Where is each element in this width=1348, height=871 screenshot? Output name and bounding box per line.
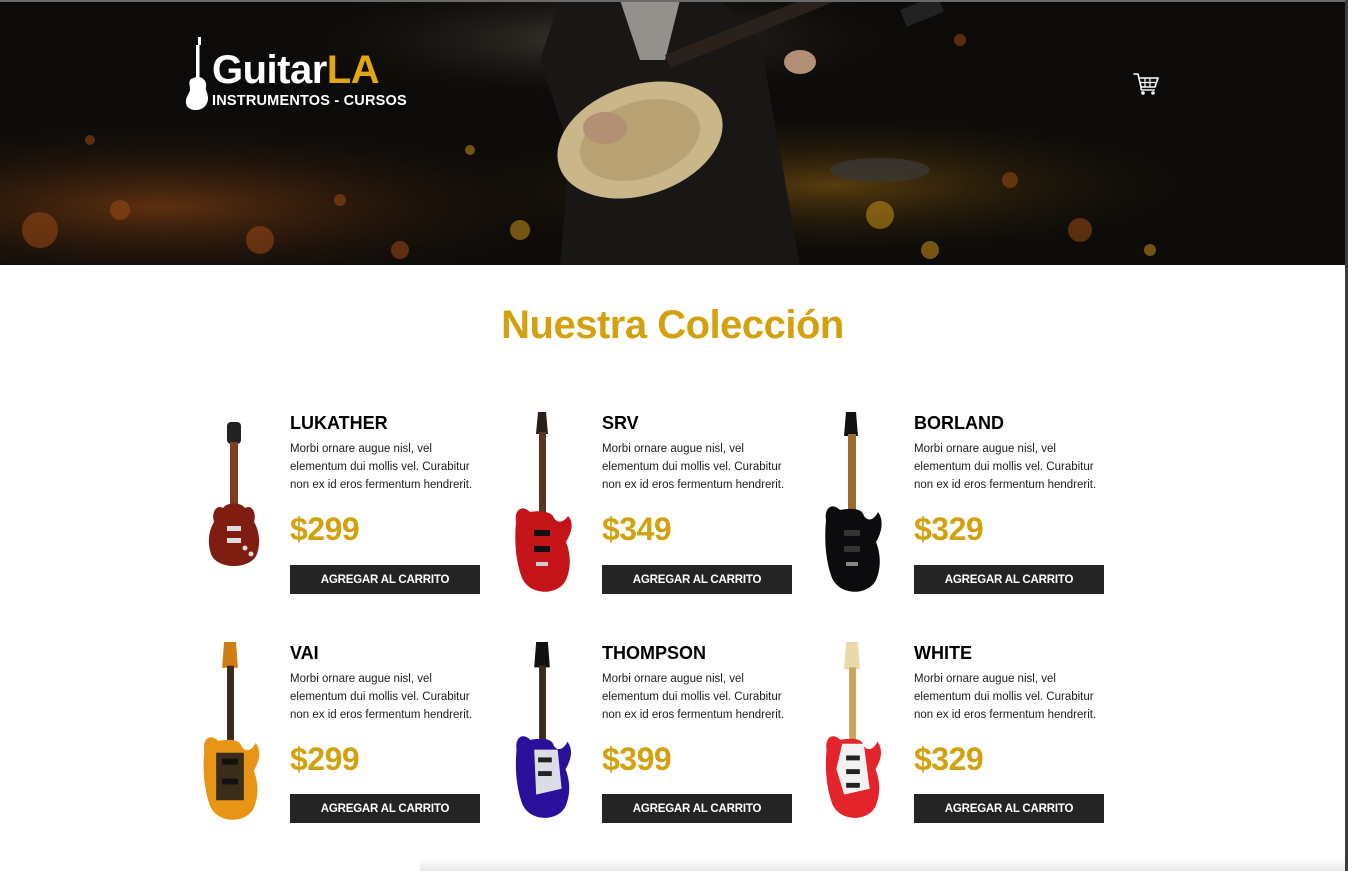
product-info: SRV Morbi ornare augue nisl, vel element… bbox=[602, 412, 802, 549]
logo-wordmark-part2: LA bbox=[326, 48, 380, 92]
product-info: WHITE Morbi ornare augue nisl, vel eleme… bbox=[914, 642, 1114, 779]
guitar-lukather-image bbox=[208, 422, 260, 566]
product-name: THOMPSON bbox=[602, 643, 707, 663]
guitar-srv-image bbox=[515, 412, 572, 592]
product-name: LUKATHER bbox=[290, 413, 388, 433]
product-card-lukather: LUKATHER Morbi ornare augue nisl, vel el… bbox=[200, 412, 500, 612]
guitarla-logo[interactable]: GuitarLA INSTRUMENTOS - CURSOS bbox=[185, 37, 425, 112]
product-info: BORLAND Morbi ornare augue nisl, vel ele… bbox=[914, 412, 1114, 549]
product-name: BORLAND bbox=[914, 413, 1004, 433]
add-to-cart-button[interactable]: Agregar al Carrito bbox=[602, 794, 792, 823]
product-price: $299 bbox=[290, 741, 360, 777]
electric-guitar-silhouette-icon bbox=[185, 37, 208, 110]
product-description: Morbi ornare augue nisl, vel elementum d… bbox=[602, 443, 785, 491]
product-card-thompson: THOMPSON Morbi ornare augue nisl, vel el… bbox=[512, 642, 812, 842]
guitar-thompson-image bbox=[515, 642, 572, 818]
hero-top-border bbox=[0, 0, 1345, 2]
header-hero: GuitarLA INSTRUMENTOS - CURSOS bbox=[0, 0, 1345, 265]
guitar-borland-image bbox=[825, 412, 882, 592]
add-to-cart-button[interactable]: Agregar al Carrito bbox=[290, 565, 480, 594]
add-to-cart-button[interactable]: Agregar al Carrito bbox=[290, 794, 480, 823]
product-card-white: WHITE Morbi ornare augue nisl, vel eleme… bbox=[824, 642, 1124, 842]
product-description: Morbi ornare augue nisl, vel elementum d… bbox=[290, 443, 473, 491]
guitar-vai-image bbox=[203, 642, 260, 820]
logo-wordmark: GuitarLA bbox=[212, 48, 380, 92]
product-description: Morbi ornare augue nisl, vel elementum d… bbox=[914, 443, 1097, 491]
product-info: VAI Morbi ornare augue nisl, vel element… bbox=[290, 642, 490, 779]
product-name: SRV bbox=[602, 413, 639, 433]
product-info: LUKATHER Morbi ornare augue nisl, vel el… bbox=[290, 412, 490, 549]
logo-wordmark-part1: Guitar bbox=[212, 48, 327, 92]
add-to-cart-button[interactable]: Agregar al Carrito bbox=[602, 565, 792, 594]
product-card-vai: VAI Morbi ornare augue nisl, vel element… bbox=[200, 642, 500, 842]
add-to-cart-button[interactable]: Agregar al Carrito bbox=[914, 565, 1104, 594]
product-price: $329 bbox=[914, 741, 984, 777]
logo-tagline: INSTRUMENTOS - CURSOS bbox=[212, 93, 407, 109]
product-price: $399 bbox=[602, 741, 672, 777]
guitar-white-image bbox=[825, 642, 882, 818]
product-price: $349 bbox=[602, 511, 672, 547]
shopping-cart-icon[interactable] bbox=[1133, 72, 1159, 96]
add-to-cart-button[interactable]: Agregar al Carrito bbox=[914, 794, 1104, 823]
product-name: WHITE bbox=[914, 643, 972, 663]
product-description: Morbi ornare augue nisl, vel elementum d… bbox=[602, 673, 785, 721]
product-card-srv: SRV Morbi ornare augue nisl, vel element… bbox=[512, 412, 812, 612]
product-description: Morbi ornare augue nisl, vel elementum d… bbox=[290, 673, 473, 721]
footer-shadow bbox=[420, 858, 1345, 871]
product-info: THOMPSON Morbi ornare augue nisl, vel el… bbox=[602, 642, 802, 779]
product-price: $329 bbox=[914, 511, 984, 547]
product-name: VAI bbox=[290, 643, 319, 663]
page-title: Nuestra Colección bbox=[501, 303, 844, 347]
product-description: Morbi ornare augue nisl, vel elementum d… bbox=[914, 673, 1097, 721]
product-card-borland: BORLAND Morbi ornare augue nisl, vel ele… bbox=[824, 412, 1124, 612]
product-price: $299 bbox=[290, 511, 360, 547]
